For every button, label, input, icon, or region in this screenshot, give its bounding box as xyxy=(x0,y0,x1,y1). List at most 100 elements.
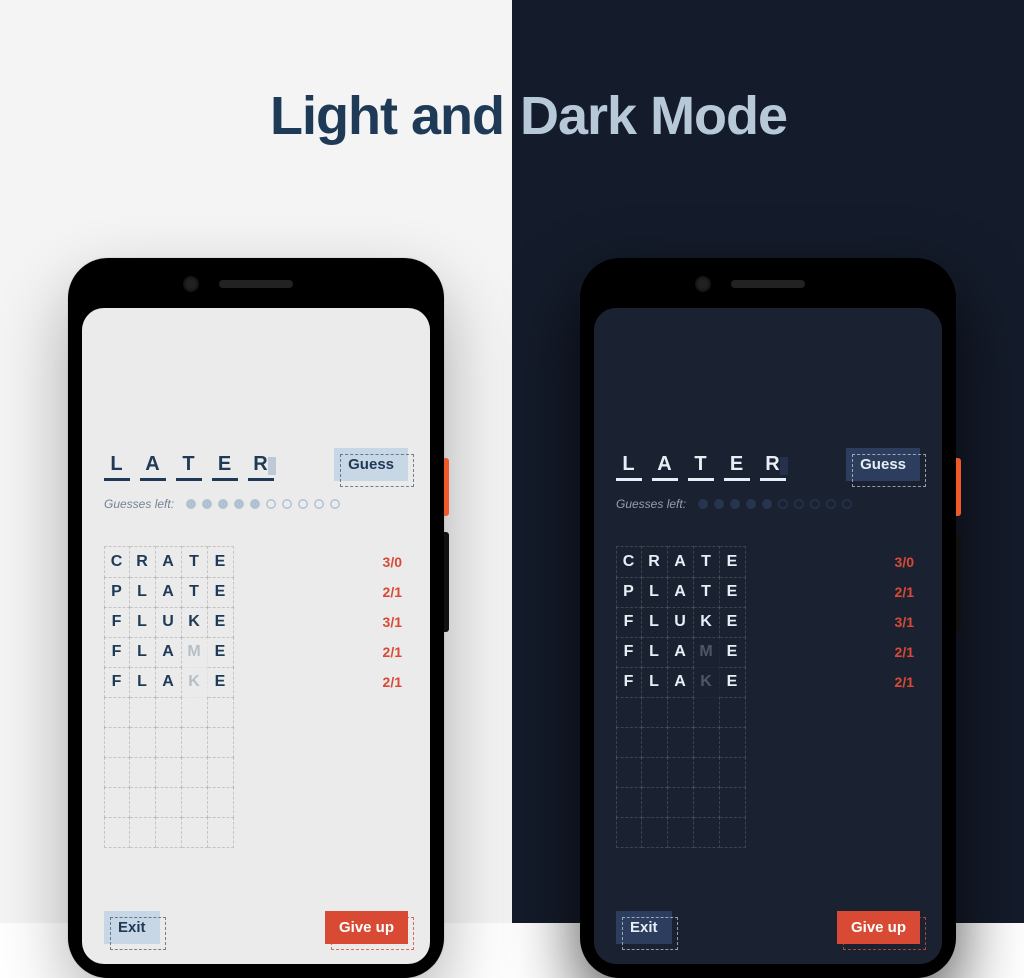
history-row-empty xyxy=(616,787,920,817)
guess-button[interactable]: Guess xyxy=(846,448,920,481)
input-slot[interactable]: L xyxy=(616,453,642,481)
input-slot[interactable]: E xyxy=(724,453,750,481)
history-row: PLATE2/1 xyxy=(616,577,920,607)
history-score: 2/1 xyxy=(895,674,920,690)
history-letter-empty xyxy=(694,787,720,818)
guess-dot xyxy=(730,499,740,509)
guess-dot xyxy=(714,499,724,509)
history-letter: F xyxy=(616,607,642,638)
history-letter: A xyxy=(156,667,182,698)
history-letter: K xyxy=(182,667,208,698)
input-slot[interactable]: T xyxy=(176,453,202,481)
guesses-left-dots xyxy=(186,499,340,509)
light-panel: Light and LATER Guess Guesses left: CRAT… xyxy=(0,0,512,923)
history-letter: E xyxy=(720,607,746,638)
history-score: 3/0 xyxy=(895,554,920,570)
history-score: 2/1 xyxy=(383,584,408,600)
guess-dot xyxy=(218,499,228,509)
history-letter: R xyxy=(642,546,668,578)
history-letter: E xyxy=(720,577,746,608)
history-letter: E xyxy=(208,577,234,608)
history-letter-empty xyxy=(668,787,694,818)
history-letter-empty xyxy=(642,697,668,728)
history-letter: K xyxy=(694,667,720,698)
input-slot[interactable]: T xyxy=(688,453,714,481)
history-letter-empty xyxy=(208,787,234,818)
input-slots[interactable]: LATER xyxy=(104,453,274,481)
input-slot[interactable]: R xyxy=(760,453,786,481)
history-letter-empty xyxy=(156,727,182,758)
history-letter-empty xyxy=(130,817,156,848)
input-slot[interactable]: R xyxy=(248,453,274,481)
phone-camera xyxy=(695,276,711,292)
history-letter: K xyxy=(694,607,720,638)
bottom-bar: Exit Give up xyxy=(104,881,408,944)
history-letter-empty xyxy=(642,757,668,788)
input-slot[interactable]: E xyxy=(212,453,238,481)
history-letter: E xyxy=(208,667,234,698)
history-score: 3/0 xyxy=(383,554,408,570)
dark-panel: Dark Mode LATER Guess Guesses left: CRAT… xyxy=(512,0,1024,923)
history-letter: E xyxy=(208,637,234,668)
history-letter-empty xyxy=(104,697,130,728)
history-letter: M xyxy=(182,637,208,668)
history-row: FLAME2/1 xyxy=(104,637,408,667)
giveup-button[interactable]: Give up xyxy=(837,911,920,944)
history-letter-empty xyxy=(130,757,156,788)
guess-button[interactable]: Guess xyxy=(334,448,408,481)
input-slot[interactable]: A xyxy=(652,453,678,481)
history-row: FLUKE3/1 xyxy=(104,607,408,637)
phone-mockup-dark: LATER Guess Guesses left: CRATE3/0PLATE2… xyxy=(580,258,956,978)
exit-button[interactable]: Exit xyxy=(104,911,160,944)
history-letter: L xyxy=(642,607,668,638)
history-letter: K xyxy=(182,607,208,638)
guess-dot xyxy=(314,499,324,509)
exit-button[interactable]: Exit xyxy=(616,911,672,944)
history-score: 3/1 xyxy=(383,614,408,630)
history-letter-empty xyxy=(642,787,668,818)
guess-dot xyxy=(762,499,772,509)
history-letter: L xyxy=(130,577,156,608)
history-letter: E xyxy=(208,607,234,638)
history-row-empty xyxy=(104,817,408,847)
history-letter: A xyxy=(668,546,694,578)
history-letter: A xyxy=(156,577,182,608)
guesses-left-label: Guesses left: xyxy=(616,497,686,511)
phone-mockup-light: LATER Guess Guesses left: CRATE3/0PLATE2… xyxy=(68,258,444,978)
history-letter-empty xyxy=(642,817,668,848)
history-letter-empty xyxy=(104,757,130,788)
history-letter: F xyxy=(616,637,642,668)
history-letter-empty xyxy=(130,697,156,728)
history-letter-empty xyxy=(208,727,234,758)
history-letter: F xyxy=(104,637,130,668)
screen-dark: LATER Guess Guesses left: CRATE3/0PLATE2… xyxy=(594,308,942,964)
history-letter-empty xyxy=(720,697,746,728)
history-letter-empty xyxy=(182,727,208,758)
headline-dark: Dark Mode xyxy=(520,85,787,147)
giveup-button[interactable]: Give up xyxy=(325,911,408,944)
input-slot[interactable]: A xyxy=(140,453,166,481)
input-slot[interactable]: L xyxy=(104,453,130,481)
history-letter: M xyxy=(694,637,720,668)
history-letter-empty xyxy=(182,757,208,788)
history-letter: E xyxy=(720,546,746,578)
history-letter-empty xyxy=(156,757,182,788)
history-letter-empty xyxy=(616,757,642,788)
history-letter: C xyxy=(104,546,130,578)
screen-light: LATER Guess Guesses left: CRATE3/0PLATE2… xyxy=(82,308,430,964)
history-row-empty xyxy=(104,727,408,757)
phone-speaker xyxy=(731,280,805,288)
guess-dot xyxy=(234,499,244,509)
history-letter: E xyxy=(208,546,234,578)
history-score: 2/1 xyxy=(895,584,920,600)
guess-dot xyxy=(202,499,212,509)
guess-dot xyxy=(778,499,788,509)
history-score: 2/1 xyxy=(383,674,408,690)
history-letter-empty xyxy=(208,757,234,788)
guess-dot xyxy=(698,499,708,509)
input-slots[interactable]: LATER xyxy=(616,453,786,481)
guess-dot xyxy=(794,499,804,509)
history-letter: A xyxy=(668,667,694,698)
guesses-left-row: Guesses left: xyxy=(616,497,920,511)
history-letter: F xyxy=(104,667,130,698)
